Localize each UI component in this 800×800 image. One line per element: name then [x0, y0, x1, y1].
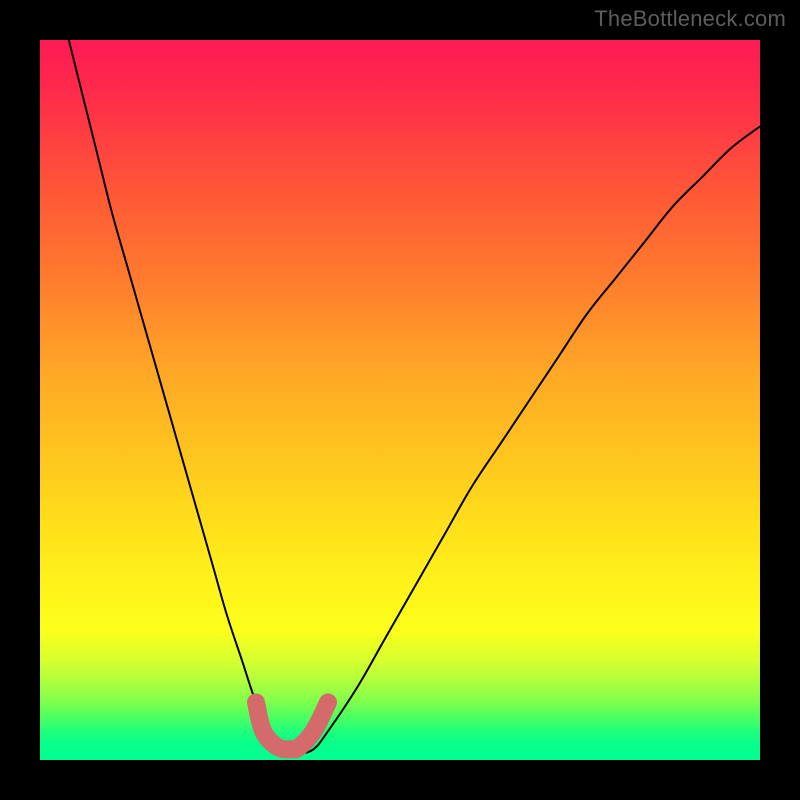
bottleneck-curve-svg [40, 40, 760, 760]
plot-area [40, 40, 760, 760]
watermark-text: TheBottleneck.com [594, 6, 786, 32]
bottom-mark-path [256, 702, 328, 749]
chart-frame: TheBottleneck.com [0, 0, 800, 800]
bottleneck-curve-path [69, 40, 760, 753]
